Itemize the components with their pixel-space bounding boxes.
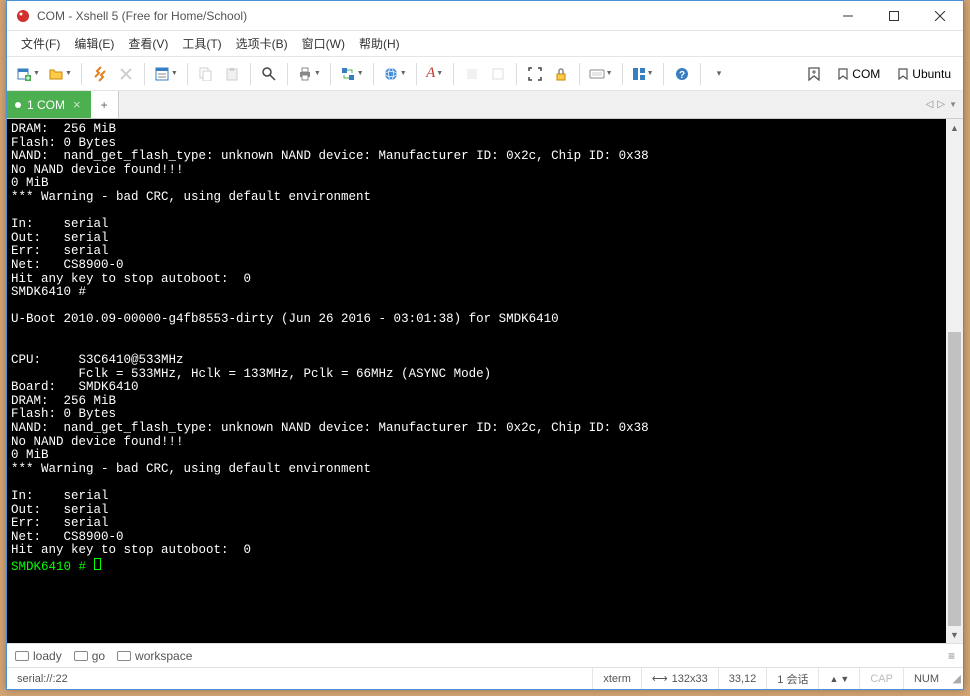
menu-view[interactable]: 查看(V) — [122, 32, 174, 55]
separator — [81, 63, 82, 85]
maximize-button[interactable] — [871, 1, 917, 31]
fullscreen-button[interactable] — [523, 62, 547, 86]
separator — [453, 63, 454, 85]
font-button[interactable]: A▼ — [423, 62, 447, 86]
properties-button[interactable]: ▼ — [151, 62, 181, 86]
keyboard-icon — [74, 651, 88, 661]
window-title: COM - Xshell 5 (Free for Home/School) — [37, 9, 825, 23]
quick-workspace[interactable]: workspace — [117, 649, 192, 663]
scroll-up-button[interactable]: ▲ — [946, 119, 963, 136]
separator — [700, 63, 701, 85]
status-cap: CAP — [860, 668, 904, 689]
status-num: NUM — [904, 668, 949, 689]
bookmark-com[interactable]: COM — [832, 64, 886, 84]
paste-button[interactable] — [220, 62, 244, 86]
overflow-button[interactable]: ▾ — [707, 62, 731, 86]
quick-label: workspace — [135, 649, 192, 663]
keyboard-icon — [117, 651, 131, 661]
print-button[interactable]: ▼ — [294, 62, 324, 86]
resize-grip[interactable]: ◢ — [949, 672, 963, 685]
tab-next-button[interactable]: ▷ — [937, 99, 945, 110]
separator — [330, 63, 331, 85]
quick-menu-button[interactable]: ≡ — [948, 649, 955, 663]
keyboard-icon — [15, 651, 29, 661]
menu-options[interactable]: 选项卡(B) — [230, 32, 294, 55]
connect-button[interactable] — [88, 62, 112, 86]
tab-nav: ◁ ▷ ▼ — [926, 91, 963, 118]
toolbar: ▼ ▼ ▼ ▼ ▼ ▼ A▼ ▼ ▼ ? ▾ COM — [7, 57, 963, 91]
svg-text:?: ? — [678, 70, 684, 81]
bookmark-label: COM — [852, 67, 880, 81]
app-icon — [15, 8, 31, 24]
window-controls — [825, 1, 963, 31]
minimize-button[interactable] — [825, 1, 871, 31]
open-button[interactable]: ▼ — [45, 62, 75, 86]
separator — [373, 63, 374, 85]
bookmark-label: Ubuntu — [912, 67, 951, 81]
lock-button[interactable] — [549, 62, 573, 86]
quick-command-bar: loady go workspace ≡ — [7, 643, 963, 667]
separator — [622, 63, 623, 85]
status-terminal-type: xterm — [593, 668, 642, 689]
status-sessions: 1 会话 — [767, 668, 819, 689]
find-button[interactable] — [257, 62, 281, 86]
scroll-down-button[interactable]: ▼ — [946, 626, 963, 643]
tab-close-button[interactable]: × — [71, 97, 83, 112]
separator — [579, 63, 580, 85]
menu-help[interactable]: 帮助(H) — [353, 32, 406, 55]
globe-button[interactable]: ▼ — [380, 62, 410, 86]
color-button[interactable] — [460, 62, 484, 86]
tab-com[interactable]: 1 COM × — [7, 91, 91, 118]
scrollbar[interactable]: ▲ ▼ — [946, 119, 963, 643]
new-session-button[interactable]: ▼ — [13, 62, 43, 86]
close-button[interactable] — [917, 1, 963, 31]
copy-button[interactable] — [194, 62, 218, 86]
transfer-button[interactable]: ▼ — [337, 62, 367, 86]
separator — [663, 63, 664, 85]
bookmark-bar: COM Ubuntu — [802, 64, 957, 84]
menu-edit[interactable]: 编辑(E) — [68, 32, 120, 55]
status-cursor-pos: 33,12 — [719, 668, 768, 689]
terminal[interactable]: DRAM: 256 MiB Flash: 0 Bytes NAND: nand_… — [7, 119, 946, 643]
tab-prev-button[interactable]: ◁ — [926, 99, 934, 110]
status-connection: serial://:22 — [7, 668, 593, 689]
separator — [144, 63, 145, 85]
quick-label: go — [92, 649, 105, 663]
app-window: COM - Xshell 5 (Free for Home/School) 文件… — [6, 0, 964, 690]
layout-button[interactable]: ▼ — [629, 62, 657, 86]
scroll-thumb[interactable] — [948, 332, 961, 626]
help-button[interactable]: ? — [670, 62, 694, 86]
status-link: ▲▼ — [819, 668, 860, 689]
disconnect-button[interactable] — [114, 62, 138, 86]
tab-list-button[interactable]: ▼ — [949, 100, 957, 109]
scroll-track[interactable] — [946, 136, 963, 626]
tab-label: 1 COM — [27, 98, 65, 112]
keyboard-button[interactable]: ▼ — [586, 62, 616, 86]
quick-loady[interactable]: loady — [15, 649, 62, 663]
tabstrip: 1 COM × + ◁ ▷ ▼ — [7, 91, 963, 119]
titlebar: COM - Xshell 5 (Free for Home/School) — [7, 1, 963, 31]
highlight-button[interactable] — [486, 62, 510, 86]
tab-status-dot — [15, 102, 21, 108]
tab-add-button[interactable]: + — [91, 91, 119, 118]
menu-tools[interactable]: 工具(T) — [176, 32, 227, 55]
separator — [287, 63, 288, 85]
separator — [416, 63, 417, 85]
quick-go[interactable]: go — [74, 649, 105, 663]
status-size: ⟷132x33 — [642, 668, 719, 689]
statusbar: serial://:22 xterm ⟷132x33 33,12 1 会话 ▲▼… — [7, 667, 963, 689]
bookmark-ubuntu[interactable]: Ubuntu — [892, 64, 957, 84]
menu-window[interactable]: 窗口(W) — [296, 32, 351, 55]
menubar: 文件(F) 编辑(E) 查看(V) 工具(T) 选项卡(B) 窗口(W) 帮助(… — [7, 31, 963, 57]
separator — [250, 63, 251, 85]
add-bookmark-button[interactable] — [802, 64, 826, 84]
resize-icon: ⟷ — [652, 672, 668, 685]
quick-label: loady — [33, 649, 62, 663]
terminal-pane: DRAM: 256 MiB Flash: 0 Bytes NAND: nand_… — [7, 119, 963, 643]
separator — [187, 63, 188, 85]
menu-file[interactable]: 文件(F) — [15, 32, 66, 55]
separator — [516, 63, 517, 85]
